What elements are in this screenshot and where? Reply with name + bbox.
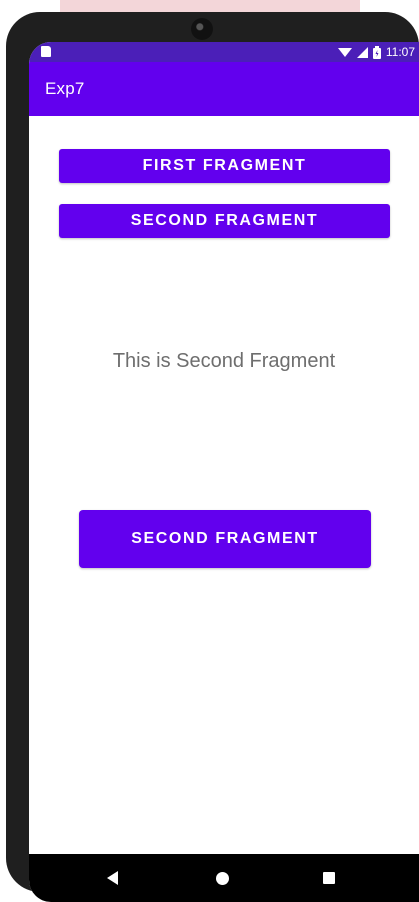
navigation-bar	[29, 854, 419, 902]
wifi-icon	[337, 47, 352, 58]
fragment-message: This is Second Fragment	[112, 350, 336, 372]
status-bar: 11:07	[29, 42, 419, 62]
app-title: Exp7	[45, 79, 85, 98]
status-time: 11:07	[385, 45, 415, 59]
sd-card-icon	[41, 46, 51, 57]
front-camera	[191, 18, 213, 40]
signal-icon	[356, 46, 368, 58]
battery-icon	[372, 45, 381, 59]
second-fragment-button[interactable]: SECOND FRAGMENT	[59, 204, 390, 238]
fragment-second-button[interactable]: SECOND FRAGMENT	[79, 510, 371, 568]
first-fragment-button[interactable]: FIRST FRAGMENT	[59, 149, 390, 183]
app-bar: Exp7	[29, 62, 419, 116]
phone-screen: 11:07 Exp7 FIRST FRAGMENT SECOND FRAGMEN…	[29, 42, 419, 902]
recents-icon[interactable]	[323, 872, 335, 884]
status-icons: 11:07	[337, 43, 415, 61]
home-icon[interactable]	[216, 872, 229, 885]
phone-frame: 11:07 Exp7 FIRST FRAGMENT SECOND FRAGMEN…	[6, 12, 419, 902]
back-icon[interactable]	[107, 871, 118, 885]
